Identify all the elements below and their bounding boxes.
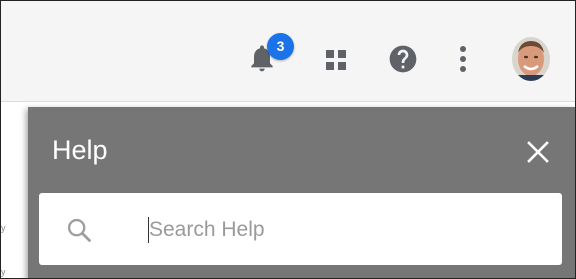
help-circle-icon: [389, 45, 417, 73]
grid-apps-icon: [326, 50, 346, 70]
user-avatar[interactable]: [512, 37, 550, 81]
notification-count-badge[interactable]: 3: [267, 33, 294, 60]
help-button[interactable]: [387, 43, 419, 75]
search-icon: [67, 218, 91, 242]
help-panel-title: Help: [52, 135, 108, 165]
apps-button[interactable]: [321, 45, 351, 75]
close-icon: [527, 141, 549, 163]
background-text-fragment: y: [1, 267, 6, 277]
background-text-fragment: y: [1, 223, 6, 233]
avatar-portrait-icon: [512, 37, 550, 81]
help-panel: Help: [28, 107, 575, 278]
more-options-button[interactable]: [453, 43, 473, 75]
close-button[interactable]: [525, 139, 551, 165]
top-bar: 3: [1, 1, 575, 102]
help-search-box[interactable]: [39, 193, 562, 265]
more-vertical-icon: [460, 46, 466, 72]
help-search-input[interactable]: [149, 211, 529, 249]
app-frame: 3 y y Help Search Help: [0, 0, 576, 279]
